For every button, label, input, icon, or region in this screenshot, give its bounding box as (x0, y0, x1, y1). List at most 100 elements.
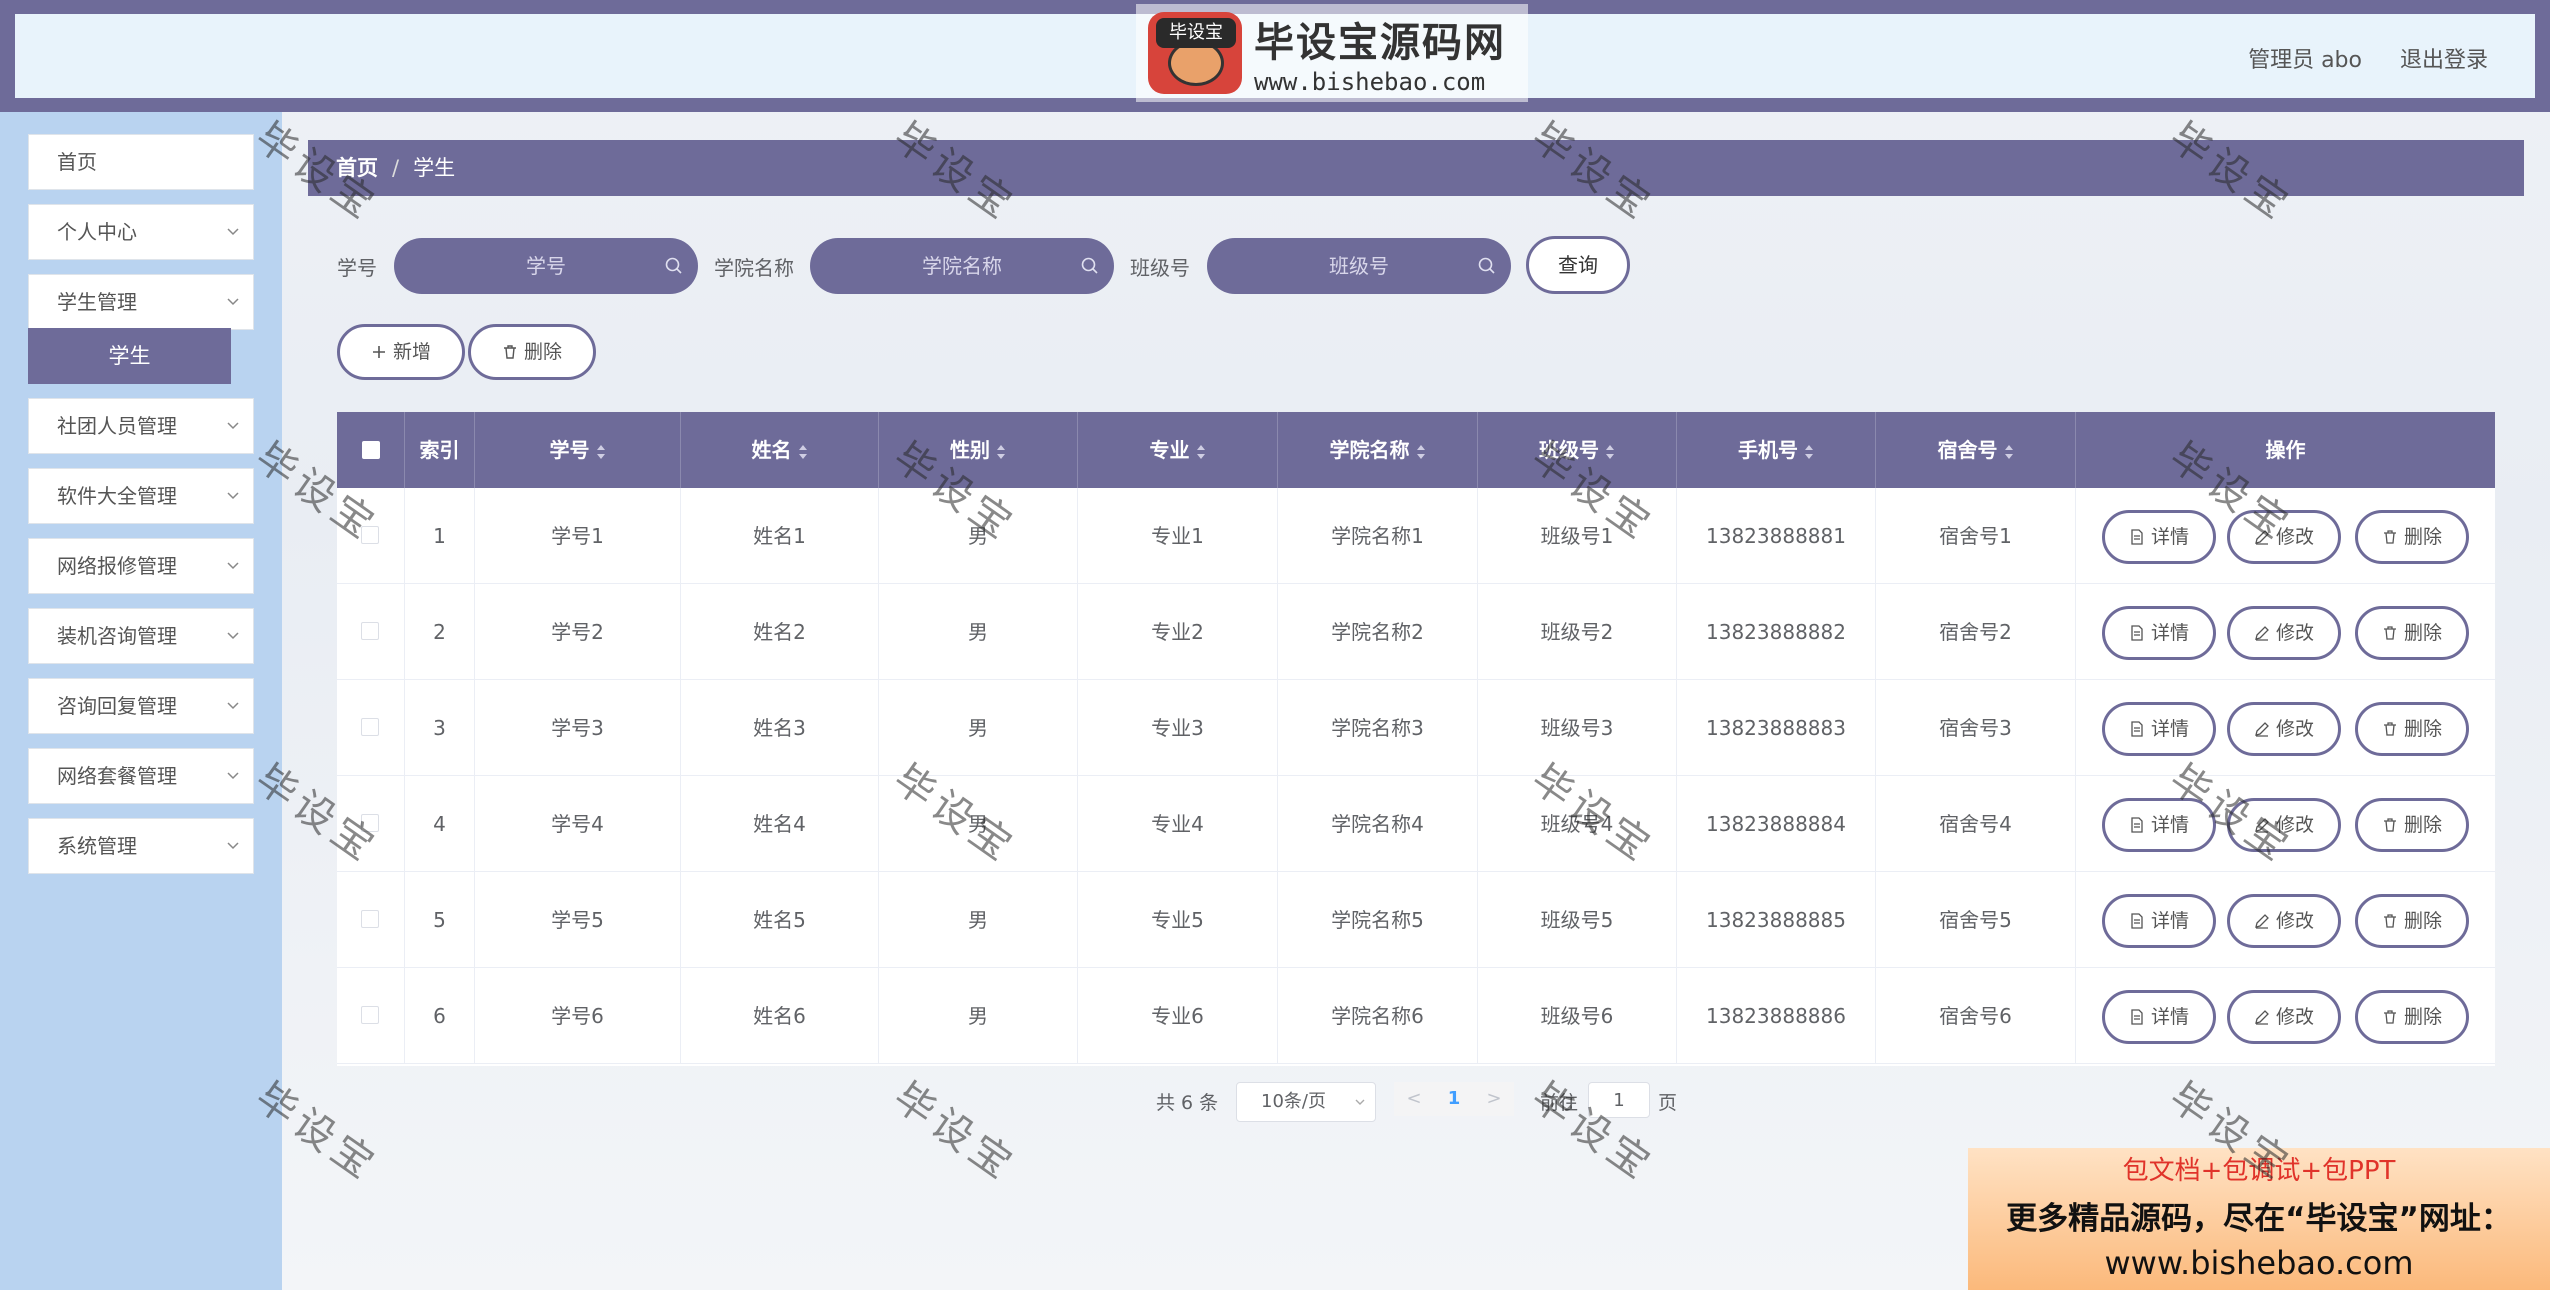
brand-url: www.bishebao.com (1254, 68, 1486, 96)
column-header-class[interactable]: 班级号 (1478, 412, 1677, 488)
detail-button[interactable]: 详情 (2102, 798, 2216, 852)
detail-button-label: 详情 (2150, 526, 2189, 548)
detail-button[interactable]: 详情 (2102, 702, 2216, 756)
student-id-search[interactable] (394, 238, 698, 294)
sort-icon (1416, 444, 1425, 459)
breadcrumb-separator: / (392, 156, 400, 180)
page-size-select[interactable]: 10条/页 (1236, 1082, 1376, 1122)
chevron-down-icon (227, 632, 239, 640)
cell-gender: 男 (879, 872, 1078, 968)
sidebar-item-consult-reply[interactable]: 咨询回复管理 (28, 678, 254, 734)
edit-button[interactable]: 修改 (2227, 702, 2341, 756)
trash-icon (2383, 530, 2396, 544)
table-row: 6 学号6 姓名6 男专业6 学院名称6 班级号6 13823888886 宿舍号6 详情 修改 删… (337, 968, 2495, 1064)
delete-button[interactable]: 删除 (2355, 606, 2469, 660)
breadcrumb-home[interactable]: 首页 (336, 156, 378, 180)
goto-page-field[interactable] (1588, 1082, 1650, 1118)
goto-page-input[interactable] (1589, 1083, 1649, 1117)
cell-name: 姓名5 (681, 872, 879, 968)
prev-page-button[interactable]: < (1394, 1082, 1434, 1116)
sidebar-item-label: 网络报修管理 (57, 554, 177, 578)
column-header-dorm[interactable]: 宿舍号 (1876, 412, 2076, 488)
column-header-actions: 操作 (2265, 438, 2306, 462)
edit-button[interactable]: 修改 (2227, 606, 2341, 660)
sidebar-item-network-package[interactable]: 网络套餐管理 (28, 748, 254, 804)
batch-delete-button[interactable]: 删除 (468, 324, 596, 380)
pencil-icon (2255, 914, 2269, 929)
delete-button-label: 删除 (2403, 1006, 2442, 1028)
cell-major: 专业2 (1078, 584, 1278, 680)
select-all-checkbox[interactable] (362, 441, 380, 459)
detail-button[interactable]: 详情 (2102, 894, 2216, 948)
sidebar-item-install-consult[interactable]: 装机咨询管理 (28, 608, 254, 664)
edit-button[interactable]: 修改 (2227, 894, 2341, 948)
class-no-search[interactable] (1207, 238, 1511, 294)
trash-icon (2383, 818, 2396, 832)
sidebar-item-system[interactable]: 系统管理 (28, 818, 254, 874)
logout-link[interactable]: 退出登录 (2400, 42, 2488, 74)
breadcrumb-current: 学生 (413, 156, 456, 180)
sidebar-item-home[interactable]: 首页 (28, 134, 254, 190)
row-checkbox[interactable] (361, 1006, 379, 1024)
sidebar-item-network-repair[interactable]: 网络报修管理 (28, 538, 254, 594)
brand-mascot-icon: 毕设宝 (1148, 12, 1242, 94)
student-id-input[interactable] (394, 238, 698, 294)
query-button[interactable]: 查询 (1526, 236, 1630, 294)
column-header-gender[interactable]: 性别 (879, 412, 1078, 488)
college-name-search[interactable] (810, 238, 1114, 294)
sidebar-subitem-student[interactable]: 学生 (28, 328, 231, 384)
sidebar-item-student-management[interactable]: 学生管理 (28, 274, 254, 330)
pencil-icon (2255, 1010, 2269, 1025)
select-all-cell (337, 412, 405, 488)
sort-icon (1606, 444, 1614, 459)
edit-button[interactable]: 修改 (2227, 990, 2341, 1044)
cell-phone: 13823888884 (1677, 776, 1876, 872)
cell-index: 1 (405, 488, 475, 584)
column-header-major[interactable]: 专业 (1078, 412, 1278, 488)
row-checkbox[interactable] (361, 718, 379, 736)
row-checkbox[interactable] (361, 910, 379, 928)
cell-class: 班级号1 (1478, 488, 1677, 584)
cell-class: 班级号6 (1478, 968, 1677, 1064)
sidebar-item-label: 装机咨询管理 (57, 624, 177, 648)
sort-icon (798, 444, 807, 459)
page-number-1[interactable]: 1 (1434, 1082, 1474, 1116)
college-name-input[interactable] (810, 238, 1114, 294)
sidebar-item-label: 首页 (57, 150, 97, 174)
column-header-student-id[interactable]: 学号 (475, 412, 681, 488)
delete-button[interactable]: 删除 (2355, 990, 2469, 1044)
column-header-name[interactable]: 姓名 (681, 412, 879, 488)
cell-phone: 13823888886 (1677, 968, 1876, 1064)
row-checkbox[interactable] (361, 814, 379, 832)
sidebar-item-personal-center[interactable]: 个人中心 (28, 204, 254, 260)
cell-name: 姓名6 (681, 968, 879, 1064)
sidebar-item-software[interactable]: 软件大全管理 (28, 468, 254, 524)
sidebar-item-label: 系统管理 (57, 834, 137, 858)
sidebar-item-label: 个人中心 (57, 220, 137, 244)
cell-major: 专业1 (1078, 488, 1278, 584)
class-no-input[interactable] (1207, 238, 1511, 294)
detail-button[interactable]: 详情 (2102, 990, 2216, 1044)
delete-button-label: 删除 (2403, 910, 2442, 932)
delete-button[interactable]: 删除 (2355, 798, 2469, 852)
column-header-phone[interactable]: 手机号 (1677, 412, 1876, 488)
document-icon (2131, 817, 2143, 833)
column-header-college[interactable]: 学院名称 (1278, 412, 1478, 488)
detail-button[interactable]: 详情 (2102, 606, 2216, 660)
detail-button[interactable]: 详情 (2102, 510, 2216, 564)
trash-icon (2383, 722, 2396, 736)
cell-college: 学院名称3 (1278, 680, 1478, 776)
row-checkbox[interactable] (361, 526, 379, 544)
next-page-button[interactable]: > (1474, 1082, 1514, 1116)
delete-button[interactable]: 删除 (2355, 894, 2469, 948)
row-checkbox[interactable] (361, 622, 379, 640)
cell-dorm: 宿舍号6 (1876, 968, 2076, 1064)
admin-user-label[interactable]: 管理员 abo (2248, 42, 2362, 74)
add-button[interactable]: 新增 (337, 324, 465, 380)
sidebar-item-club-members[interactable]: 社团人员管理 (28, 398, 254, 454)
delete-button[interactable]: 删除 (2355, 702, 2469, 756)
cell-name: 姓名2 (681, 584, 879, 680)
delete-button[interactable]: 删除 (2355, 510, 2469, 564)
edit-button[interactable]: 修改 (2227, 798, 2341, 852)
edit-button[interactable]: 修改 (2227, 510, 2341, 564)
